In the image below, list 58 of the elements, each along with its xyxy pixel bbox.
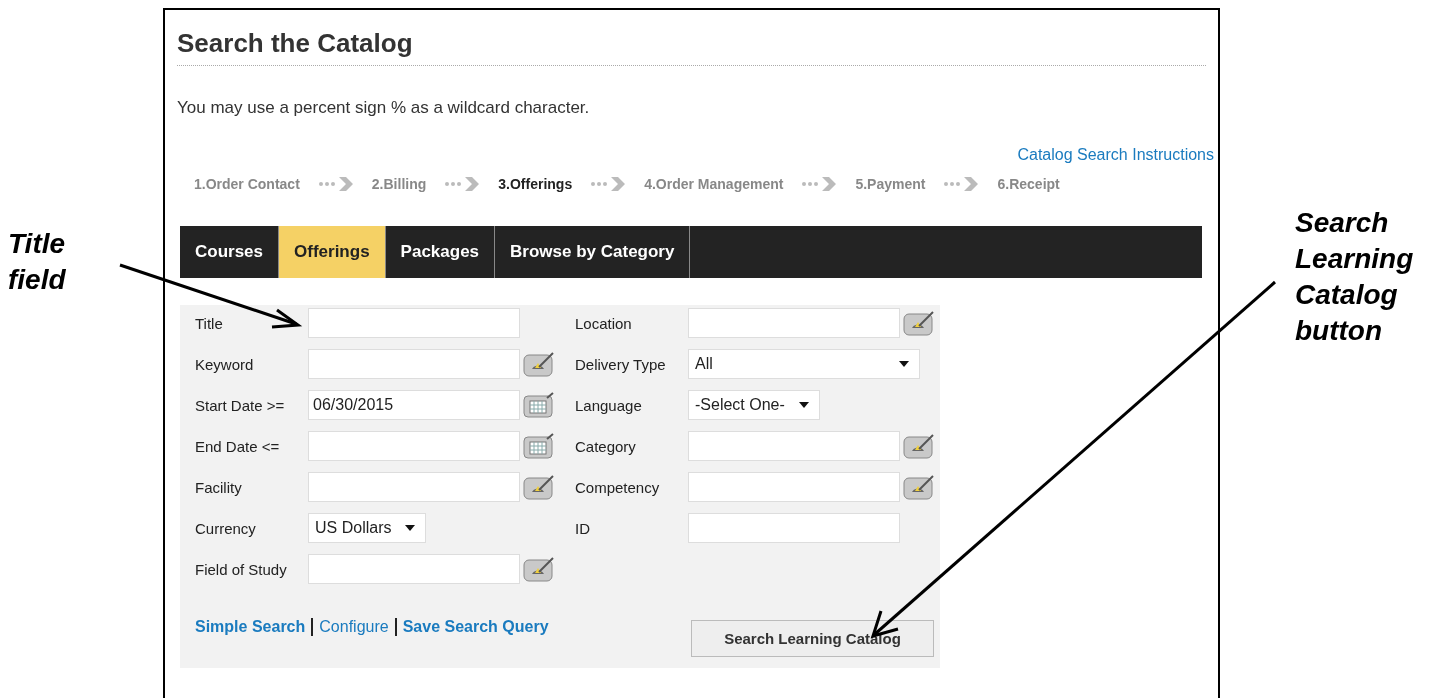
- chevron-icon: [317, 176, 354, 192]
- field-label: ID: [575, 519, 591, 537]
- field-label: Competency: [575, 478, 661, 496]
- step-label: 1.Order Contact: [194, 176, 300, 192]
- pencil-icon[interactable]: [523, 351, 555, 377]
- dropdown[interactable]: US Dollars: [308, 513, 427, 543]
- field-label: Delivery Type: [575, 355, 667, 373]
- calendar-icon[interactable]: [523, 433, 555, 459]
- input-field[interactable]: [308, 431, 520, 461]
- callout-text: Title field: [8, 227, 67, 297]
- pencil-icon[interactable]: [523, 556, 555, 582]
- field-label: Facility: [195, 478, 243, 496]
- input-field[interactable]: [308, 554, 520, 584]
- pencil-icon[interactable]: [523, 474, 555, 500]
- link[interactable]: Configure: [311, 618, 389, 636]
- step-label: 3.Offerings: [498, 176, 573, 192]
- field-label: Title: [195, 314, 224, 332]
- input-field[interactable]: [308, 349, 520, 379]
- chevron-icon: [590, 176, 627, 192]
- chevron-icon: [943, 176, 980, 192]
- pencil-icon[interactable]: [903, 310, 935, 336]
- pencil-icon[interactable]: [903, 474, 935, 500]
- field-label: Category: [575, 437, 637, 455]
- field-label: Field of Study: [195, 560, 288, 578]
- tab[interactable]: Offerings: [279, 226, 386, 278]
- caret-icon: [899, 361, 909, 367]
- input-field[interactable]: 06/30/2015: [308, 390, 520, 420]
- hint-text: You may use a percent sign % as a wildcard character.: [177, 98, 591, 118]
- link[interactable]: Simple Search: [195, 618, 306, 636]
- input-field[interactable]: [308, 308, 520, 338]
- input-field[interactable]: [688, 513, 900, 543]
- field-label: Keyword: [195, 355, 255, 373]
- pencil-icon[interactable]: [903, 433, 935, 459]
- chevron-icon: [801, 176, 838, 192]
- chevron-icon: [444, 176, 481, 192]
- step-label: 4.Order Management: [644, 176, 784, 192]
- field-label: Location: [575, 314, 633, 332]
- input-field[interactable]: [688, 431, 900, 461]
- instructions-link[interactable]: Catalog Search Instructions: [1017, 146, 1214, 164]
- field-label: End Date <=: [195, 437, 281, 455]
- input-field[interactable]: [688, 308, 900, 338]
- callout-text: Search Learning Catalog button: [1295, 206, 1415, 348]
- input-field[interactable]: [308, 472, 520, 502]
- page-title: Search the Catalog: [177, 28, 1206, 66]
- field-label: Language: [575, 396, 643, 414]
- calendar-icon[interactable]: [523, 392, 555, 418]
- caret-icon: [405, 525, 416, 531]
- field-label: Currency: [195, 519, 257, 537]
- caret-icon: [798, 402, 809, 408]
- step-label: 5.Payment: [855, 176, 926, 192]
- search-button[interactable]: Search Learning Catalog: [691, 620, 934, 657]
- link[interactable]: Save Search Query: [394, 618, 549, 636]
- input-field[interactable]: [688, 472, 900, 502]
- dropdown[interactable]: -Select One-: [688, 390, 820, 420]
- dropdown[interactable]: All: [688, 349, 920, 379]
- step-label: 6.Receipt: [997, 176, 1060, 192]
- field-label: Start Date >=: [195, 396, 286, 414]
- step-label: 2.Billing: [371, 176, 427, 192]
